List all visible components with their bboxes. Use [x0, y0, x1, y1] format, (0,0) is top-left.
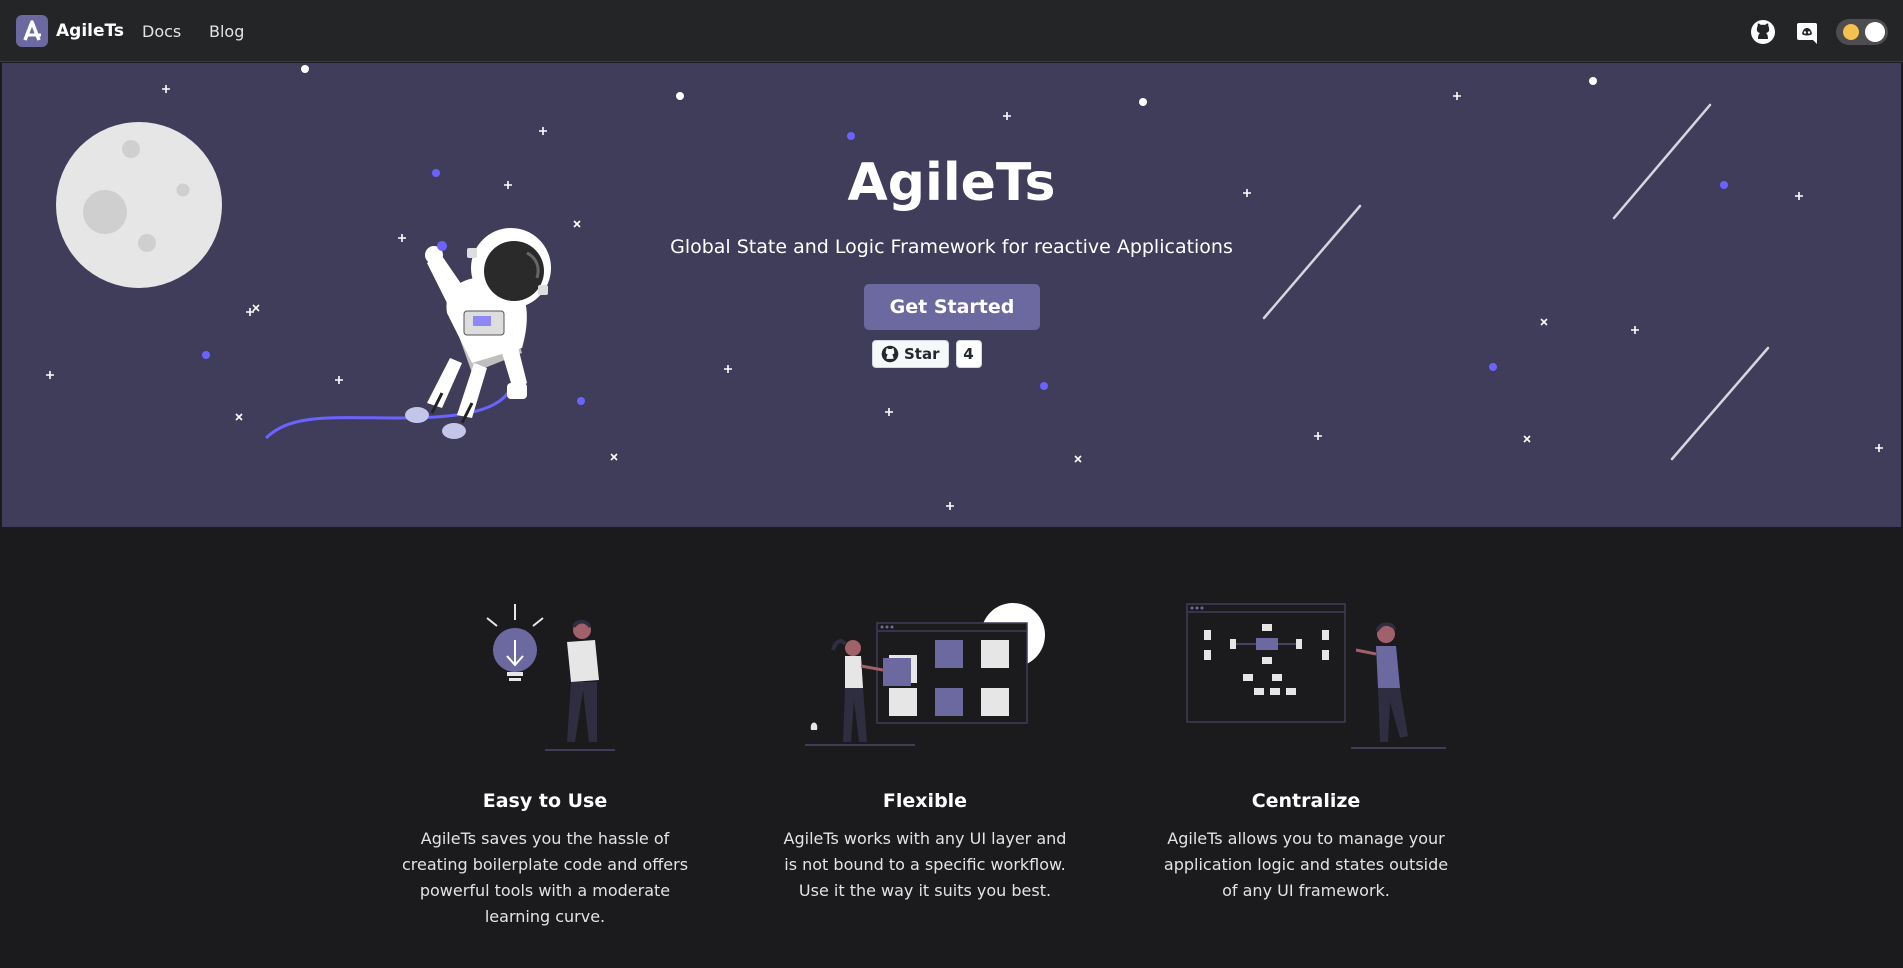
get-started-button[interactable]: Get Started: [864, 284, 1040, 330]
agilets-logo-icon: [16, 15, 48, 47]
feature-description: AgileTs saves you the hassle of creating…: [401, 829, 689, 926]
navbar: AgileTs Docs Blog: [0, 0, 1903, 62]
github-star-label: Star: [904, 345, 940, 363]
feature-title: Flexible: [882, 790, 968, 812]
github-icon[interactable]: [1750, 19, 1776, 45]
github-star-button[interactable]: Star: [872, 340, 949, 368]
discord-icon[interactable]: [1794, 19, 1820, 45]
nav-link-blog[interactable]: Blog: [209, 22, 244, 41]
feature-centralize: Centralize AgileTs allows you to manage …: [1146, 590, 1466, 904]
feature-flexible: Flexible AgileTs works with any UI layer…: [765, 590, 1085, 904]
feature-title: Easy to Use: [482, 790, 608, 812]
feature-easy-to-use: Easy to Use AgileTs saves you the hassle…: [385, 590, 705, 930]
github-star-count[interactable]: 4: [955, 340, 982, 368]
nav-link-docs[interactable]: Docs: [142, 22, 181, 41]
lightbulb-person-icon: [486, 604, 615, 751]
toggle-knob: [1865, 22, 1885, 42]
hero-title: AgileTs: [847, 153, 1056, 213]
theme-toggle[interactable]: [1836, 19, 1888, 45]
brand-title: AgileTs: [56, 21, 124, 41]
stars-dots-icon: [301, 65, 1597, 106]
blocks-person-icon: [805, 603, 1045, 746]
hero-subtitle: Global State and Logic Framework for rea…: [670, 236, 1233, 258]
astronaut-illustration-icon: [405, 228, 551, 439]
hero-section: AgileTs Global State and Logic Framework…: [2, 63, 1901, 527]
feature-description: AgileTs works with any UI layer and is n…: [783, 829, 1067, 900]
github-mark-icon: [881, 345, 899, 363]
feature-title: Centralize: [1251, 790, 1361, 812]
flowchart-person-icon: [1186, 603, 1446, 749]
brand-link[interactable]: AgileTs: [16, 14, 124, 48]
feature-description: AgileTs allows you to manage your applic…: [1163, 829, 1449, 900]
moon-icon: [1843, 24, 1859, 40]
github-star-widget: Star 4: [872, 340, 982, 368]
